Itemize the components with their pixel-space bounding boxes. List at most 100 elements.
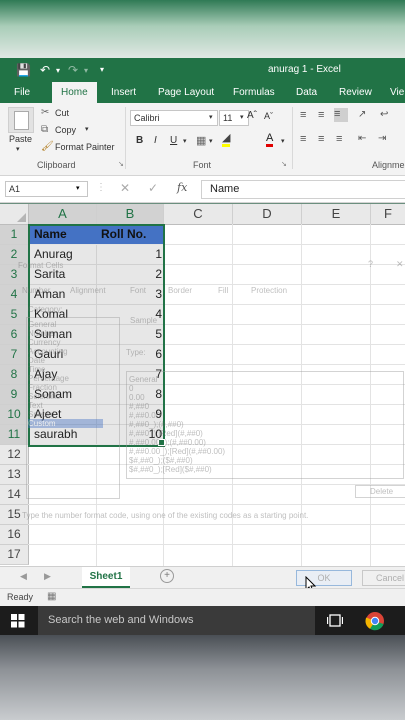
row-header-7[interactable]: 7 (0, 345, 29, 365)
roll-cell[interactable]: 9 (98, 405, 162, 424)
confirm-entry-icon[interactable]: ✓ (148, 181, 158, 195)
paste-button[interactable]: Paste (9, 134, 32, 144)
format-painter-icon[interactable]: 🖌 (41, 141, 54, 152)
italic-button[interactable]: I (154, 135, 157, 146)
column-header-f[interactable]: F (371, 204, 405, 225)
name-cell[interactable]: Sarita (31, 265, 100, 284)
font-family-dropdown-icon[interactable]: ▾ (209, 113, 213, 121)
name-cell[interactable]: Komal (31, 305, 100, 324)
column-header-a[interactable]: A (29, 204, 97, 226)
roll-cell[interactable]: 1 (98, 245, 162, 264)
row-header-8[interactable]: 8 (0, 365, 29, 385)
windows-start-icon[interactable] (11, 614, 25, 628)
underline-dropdown-icon[interactable]: ▾ (183, 137, 187, 145)
new-sheet-icon[interactable]: + (160, 569, 174, 583)
row-header-16[interactable]: 16 (0, 525, 29, 545)
row-header-5[interactable]: 5 (0, 305, 29, 325)
row-header-13[interactable]: 13 (0, 465, 29, 485)
align-bottom-icon[interactable]: ≡ (334, 108, 348, 122)
tab-insert[interactable]: Insert (111, 82, 136, 103)
row-header-17[interactable]: 17 (0, 545, 29, 565)
spreadsheet-grid[interactable]: A B C D E F 1 2 3 4 5 6 7 8 9 10 11 12 1… (0, 204, 405, 566)
font-color-icon[interactable]: A (266, 133, 274, 147)
roll-cell[interactable]: 8 (98, 385, 162, 404)
cut-icon[interactable]: ✂ (41, 107, 49, 118)
redo-dropdown-icon[interactable]: ▾ (84, 66, 88, 75)
align-middle-icon[interactable]: ≡ (318, 109, 324, 121)
column-header-e[interactable]: E (302, 204, 371, 225)
borders-dropdown-icon[interactable]: ▾ (209, 137, 213, 145)
row-header-4[interactable]: 4 (0, 285, 29, 305)
name-cell[interactable]: Anurag (31, 245, 100, 264)
roll-cell[interactable]: 10 (98, 425, 162, 444)
sheet-tab-sheet1[interactable]: Sheet1 (82, 567, 130, 588)
copy-button[interactable]: Copy (55, 125, 76, 135)
name-cell[interactable]: Aman (31, 285, 100, 304)
copy-icon[interactable]: ⧉ (41, 124, 48, 135)
font-color-dropdown-icon[interactable]: ▾ (281, 137, 285, 145)
grow-font-icon[interactable]: Aˆ (247, 110, 257, 121)
row-header-3[interactable]: 3 (0, 265, 29, 285)
tab-file[interactable]: File (14, 82, 30, 103)
tab-page-layout[interactable]: Page Layout (158, 82, 214, 103)
clipboard-launcher-icon[interactable]: ↘ (118, 160, 124, 168)
fill-color-icon[interactable]: ◢ (222, 133, 231, 147)
align-center-icon[interactable]: ≡ (318, 133, 324, 145)
underline-button[interactable]: U (170, 135, 177, 146)
shrink-font-icon[interactable]: Aˇ (264, 111, 273, 121)
font-launcher-icon[interactable]: ↘ (281, 160, 287, 168)
undo-dropdown-icon[interactable]: ▾ (56, 66, 60, 75)
column-header-c[interactable]: C (164, 204, 233, 225)
insert-function-button[interactable]: fx (177, 181, 187, 194)
tab-formulas[interactable]: Formulas (233, 82, 275, 103)
name-box-dropdown-icon[interactable]: ▾ (76, 184, 80, 192)
name-cell[interactable]: Ajeet (31, 405, 100, 424)
redo-icon[interactable]: ↷ (68, 63, 78, 77)
roll-cell[interactable]: 3 (98, 285, 162, 304)
align-left-icon[interactable]: ≡ (300, 133, 306, 145)
font-size-dropdown-icon[interactable]: ▾ (240, 113, 244, 121)
row-header-11[interactable]: 11 (0, 425, 29, 445)
taskbar-search-box[interactable]: Search the web and Windows (38, 606, 315, 635)
tab-data[interactable]: Data (296, 82, 317, 103)
borders-icon[interactable]: ▦ (196, 134, 206, 147)
bold-button[interactable]: B (136, 135, 143, 146)
customize-toolbar-icon[interactable]: ▾ (100, 65, 104, 74)
row-header-6[interactable]: 6 (0, 325, 29, 345)
task-view-icon[interactable] (327, 614, 343, 627)
increase-indent-icon[interactable]: ⇥ (378, 133, 386, 144)
paste-icon[interactable] (8, 107, 34, 133)
row-header-10[interactable]: 10 (0, 405, 29, 425)
chrome-icon[interactable] (365, 611, 385, 631)
row-header-14[interactable]: 14 (0, 485, 29, 505)
name-cell[interactable]: Suman (31, 325, 100, 344)
row-header-2[interactable]: 2 (0, 245, 29, 265)
column-header-d[interactable]: D (233, 204, 302, 225)
scroll-sheets-right-icon[interactable]: ▶ (44, 571, 51, 582)
header-cell-name[interactable]: Name (31, 225, 100, 244)
undo-icon[interactable]: ↶ (40, 63, 50, 77)
name-cell[interactable]: Ajay (31, 365, 100, 384)
column-header-b[interactable]: B (97, 204, 164, 226)
align-top-icon[interactable]: ≡ (300, 109, 306, 121)
select-all-corner[interactable] (0, 204, 29, 225)
row-header-15[interactable]: 15 (0, 505, 29, 525)
paste-dropdown-icon[interactable]: ▾ (16, 145, 20, 153)
row-header-12[interactable]: 12 (0, 445, 29, 465)
tab-home[interactable]: Home (52, 82, 97, 103)
roll-cell[interactable]: 5 (98, 325, 162, 344)
roll-cell[interactable]: 2 (98, 265, 162, 284)
name-cell[interactable]: saurabh (31, 425, 100, 444)
macro-record-icon[interactable]: ▦ (47, 591, 56, 602)
decrease-indent-icon[interactable]: ⇤ (358, 133, 366, 144)
formula-input[interactable]: Name (201, 180, 405, 199)
format-painter-button[interactable]: Format Painter (55, 142, 115, 152)
name-cell[interactable]: Sonam (31, 385, 100, 404)
save-icon[interactable]: 💾 (16, 63, 31, 77)
copy-dropdown-icon[interactable]: ▾ (85, 125, 89, 133)
align-right-icon[interactable]: ≡ (336, 133, 342, 145)
name-cell[interactable]: Gauri (31, 345, 100, 364)
scroll-sheets-left-icon[interactable]: ◀ (20, 571, 27, 582)
font-size-select[interactable]: 11 (219, 110, 249, 126)
roll-cell[interactable]: 4 (98, 305, 162, 324)
